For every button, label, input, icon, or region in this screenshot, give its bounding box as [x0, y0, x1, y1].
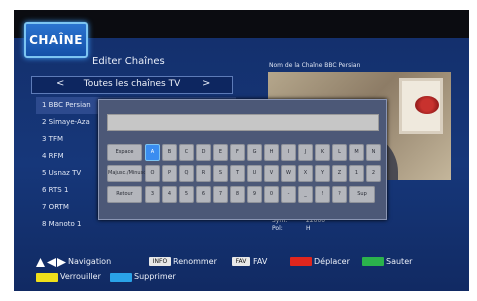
key[interactable]: G — [247, 144, 262, 161]
key[interactable]: E — [213, 144, 228, 161]
channel-label: 3 TFM — [42, 135, 64, 143]
key[interactable]: 3 — [145, 186, 160, 203]
delete-key[interactable]: Sup — [349, 186, 375, 203]
key[interactable]: C — [179, 144, 194, 161]
key[interactable]: L — [332, 144, 347, 161]
lock-label: Verrouiller — [60, 272, 101, 281]
navigation-label: Navigation — [68, 257, 112, 266]
key[interactable]: S — [213, 165, 228, 182]
key[interactable]: A — [145, 144, 160, 161]
right-arrow-icon[interactable]: > — [202, 78, 210, 89]
channel-label: 6 RTS 1 — [42, 186, 69, 194]
key[interactable]: _ — [298, 186, 313, 203]
key[interactable]: H — [264, 144, 279, 161]
key[interactable]: Q — [179, 165, 194, 182]
channel-label: 7 ORTM — [42, 203, 69, 211]
key[interactable]: 1 — [349, 165, 364, 182]
rename-input[interactable] — [107, 114, 379, 131]
logo-text: CHAÎNE — [29, 33, 83, 47]
key[interactable]: X — [298, 165, 313, 182]
key[interactable]: 0 — [264, 186, 279, 203]
key[interactable]: N — [366, 144, 381, 161]
virtual-keyboard: Espace A B C D E F G H I J K L M N Majus… — [98, 99, 387, 220]
key[interactable]: 4 — [162, 186, 177, 203]
move-label: Déplacer — [314, 257, 350, 266]
key[interactable]: F — [230, 144, 245, 161]
key[interactable]: I — [281, 144, 296, 161]
key[interactable]: O — [145, 165, 160, 182]
key[interactable]: Y — [315, 165, 330, 182]
key[interactable]: 5 — [179, 186, 194, 203]
back-key[interactable]: Retour — [107, 186, 142, 203]
fav-key-badge: FAV — [232, 257, 250, 266]
key[interactable]: - — [281, 186, 296, 203]
channel-name-info: Nom de la Chaîne BBC Persian — [269, 62, 361, 69]
preview-flowers — [415, 96, 439, 114]
key[interactable]: ! — [315, 186, 330, 203]
key[interactable]: 9 — [247, 186, 262, 203]
red-button-icon — [290, 257, 312, 266]
key[interactable]: 2 — [366, 165, 381, 182]
space-key[interactable]: Espace — [107, 144, 142, 161]
key[interactable]: W — [281, 165, 296, 182]
key[interactable]: M — [349, 144, 364, 161]
key[interactable]: J — [298, 144, 313, 161]
delete-label: Supprimer — [134, 272, 176, 281]
key[interactable]: U — [247, 165, 262, 182]
pol-label: Pol: — [272, 225, 283, 232]
pol-value: H — [306, 225, 311, 232]
key[interactable]: D — [196, 144, 211, 161]
yellow-button-icon — [36, 273, 58, 282]
channel-label: 2 Simaye-Aza — [42, 118, 90, 126]
page-title: Editer Chaînes — [92, 56, 165, 67]
channel-label: 4 RFM — [42, 152, 64, 160]
key[interactable]: ? — [332, 186, 347, 203]
fav-label: FAV — [253, 257, 268, 266]
channel-label: 5 Usnaz TV — [42, 169, 82, 177]
key[interactable]: K — [315, 144, 330, 161]
key[interactable]: R — [196, 165, 211, 182]
info-key-badge: INFO — [149, 257, 171, 266]
blue-button-icon — [110, 273, 132, 282]
channel-group-selector[interactable]: < Toutes les chaînes TV > — [31, 76, 233, 94]
channel-label: 8 Manoto 1 — [42, 220, 82, 228]
channel-logo: CHAÎNE — [24, 22, 88, 58]
key[interactable]: V — [264, 165, 279, 182]
key[interactable]: 6 — [196, 186, 211, 203]
channel-label: 1 BBC Persian — [42, 101, 91, 109]
shift-key[interactable]: Majusc./Minusc. — [107, 165, 148, 182]
key[interactable]: 7 — [213, 186, 228, 203]
rename-label: Renommer — [173, 257, 217, 266]
key[interactable]: B — [162, 144, 177, 161]
key[interactable]: P — [162, 165, 177, 182]
green-button-icon — [362, 257, 384, 266]
key[interactable]: Z — [332, 165, 347, 182]
key[interactable]: 8 — [230, 186, 245, 203]
key[interactable]: T — [230, 165, 245, 182]
skip-label: Sauter — [386, 257, 413, 266]
